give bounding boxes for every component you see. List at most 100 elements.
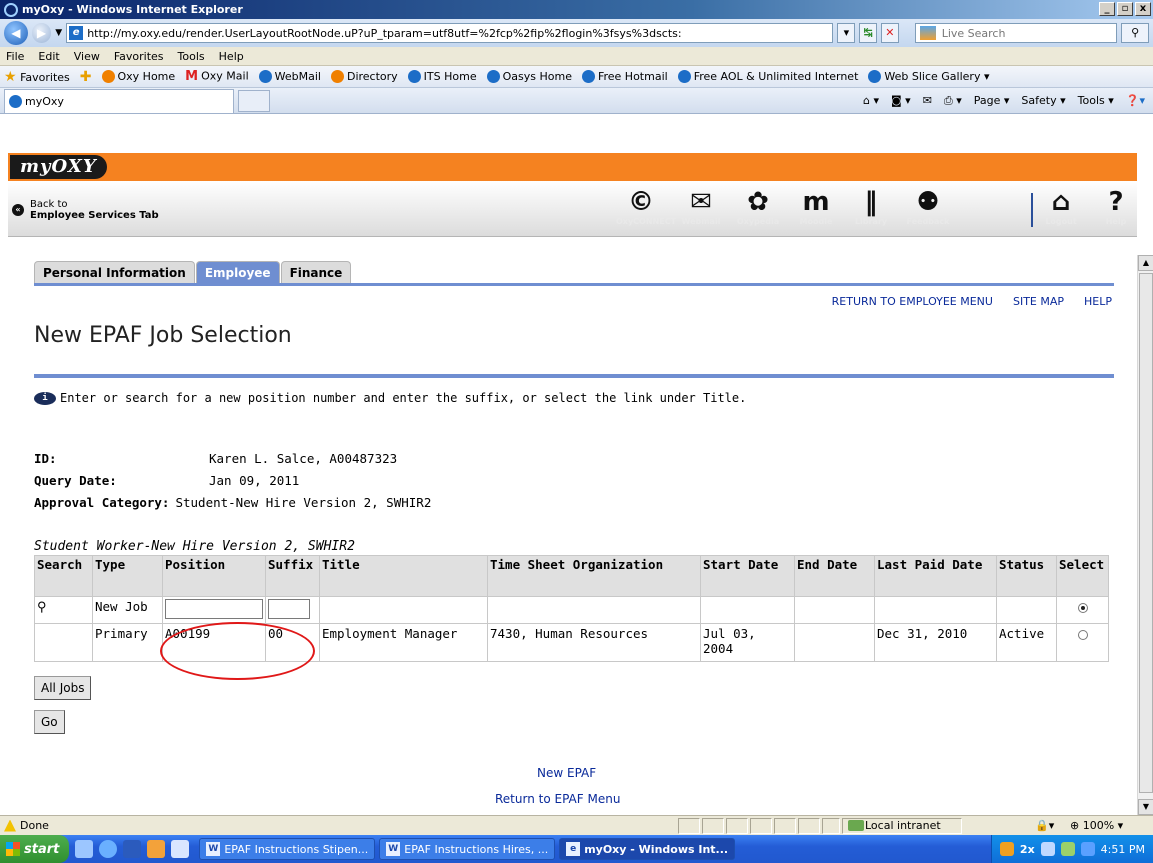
oxyconnect-link[interactable]: © OxyCONNECT [616, 187, 676, 226]
fav-free-aol[interactable]: Free AOL & Unlimited Internet [677, 70, 858, 84]
start-button[interactable]: start [0, 835, 70, 863]
select-cell [1056, 623, 1109, 662]
status-text: Done [20, 819, 49, 832]
tray-volume-icon[interactable] [1040, 842, 1055, 856]
url-dropdown-button[interactable]: ▾ [837, 23, 856, 43]
menu-tools[interactable]: Tools [178, 50, 205, 63]
return-to-employee-menu-link[interactable]: RETURN TO EMPLOYEE MENU [832, 295, 993, 308]
stop-button[interactable]: ✕ [880, 23, 899, 43]
tab-finance[interactable]: Finance [280, 261, 352, 283]
library-link[interactable]: ‖ Library [846, 187, 896, 226]
viewport-top [8, 114, 1137, 153]
task-myoxy-ie[interactable]: e myOxy - Windows Int... [559, 838, 736, 860]
forward-button[interactable]: ▶ [31, 23, 52, 43]
taskbar: start W EPAF Instructions Stipen... W EPAF… [0, 835, 1153, 863]
end-date-cell [794, 623, 875, 662]
menu-edit[interactable]: Edit [38, 50, 59, 63]
help-link-top[interactable]: HELP [1084, 295, 1112, 308]
approval-category-row: Approval Category: Student-New Hire Vers… [34, 495, 431, 510]
fav-oasys-home[interactable]: Oasys Home [486, 70, 572, 84]
quicklaunch-network-icon[interactable] [171, 840, 190, 858]
menu-file[interactable]: File [6, 50, 24, 63]
quicklaunch-outlook-icon[interactable] [147, 840, 166, 858]
url-input[interactable]: e http://my.oxy.edu/render.UserLayoutRoo… [66, 23, 834, 43]
close-button[interactable]: x [1135, 2, 1151, 16]
go-button[interactable]: Go [34, 710, 65, 734]
tab-personal-information[interactable]: Personal Information [34, 261, 195, 283]
task-epaf-instructions-stipend[interactable]: W EPAF Instructions Stipen... [199, 838, 376, 860]
page-scrollbar[interactable]: ▲ ▼ [1137, 255, 1153, 815]
query-date-label: Query Date: [34, 473, 117, 488]
home-icon[interactable]: ⌂ ▾ [863, 94, 879, 107]
menu-favorites[interactable]: Favorites [114, 50, 164, 63]
fav-free-hotmail[interactable]: Free Hotmail [581, 70, 668, 84]
feeds-icon[interactable]: ◙ ▾ [891, 94, 911, 107]
browser-tab-myoxy[interactable]: myOxy [4, 88, 234, 113]
return-to-epaf-menu-link[interactable]: Return to EPAF Menu [495, 792, 620, 806]
quicklaunch-ie-icon[interactable] [99, 840, 118, 858]
safety-menu[interactable]: Safety ▾ [1021, 94, 1065, 107]
help-link[interactable]: ? Help [1091, 187, 1141, 226]
scroll-thumb[interactable] [1139, 273, 1153, 793]
webmail-link[interactable]: ✉ Webmail [676, 187, 726, 226]
logout-link[interactable]: ⌂ Logout [1036, 187, 1086, 226]
search-icon[interactable]: ⚲ [37, 600, 47, 615]
tray-badge: 2x [1019, 842, 1035, 856]
favorites-button[interactable]: ★ Favorites [4, 69, 70, 85]
task-epaf-instructions-hires[interactable]: W EPAF Instructions Hires, ... [379, 838, 556, 860]
warning-icon [4, 819, 16, 832]
fav-oxy-mail[interactable]: M Oxy Mail [185, 69, 248, 84]
search-placeholder: Live Search [941, 26, 1006, 40]
add-favorite-icon[interactable]: ✚ [80, 69, 92, 85]
zoom-button[interactable]: ⊕ 100% ▾ [1070, 819, 1123, 832]
table-caption: Student Worker-New Hire Version 2, SWHIR… [34, 539, 355, 554]
quicklaunch-desktop-icon[interactable] [75, 840, 94, 858]
fav-oxy-home[interactable]: Oxy Home [101, 70, 175, 84]
ie-logo-icon [4, 2, 18, 17]
menu-help[interactable]: Help [219, 50, 244, 63]
fav-web-slice-gallery[interactable]: Web Slice Gallery ▾ [868, 70, 989, 84]
position-input[interactable] [165, 599, 263, 619]
fav-its-home[interactable]: ITS Home [407, 70, 477, 84]
read-mail-icon[interactable]: ✉ [923, 94, 932, 107]
oxypedia-link[interactable]: ✿ Oxypedia [733, 187, 783, 226]
scroll-down-arrow-icon[interactable]: ▼ [1138, 799, 1153, 815]
refresh-button[interactable]: ↹ [859, 23, 877, 43]
tab-employee[interactable]: Employee [195, 261, 280, 283]
search-input[interactable]: Live Search [914, 23, 1118, 43]
tray-security-icon[interactable] [1060, 842, 1075, 856]
command-bar: ⌂ ▾ ◙ ▾ ✉ ⎙ ▾ Page ▾ Safety ▾ Tools ▾ ❓▾ [863, 94, 1145, 108]
site-map-link[interactable]: SITE MAP [1013, 295, 1064, 308]
feedback-link[interactable]: ⚉ Feedback [903, 187, 953, 226]
new-tab-button[interactable] [238, 89, 270, 112]
select-radio-new-job[interactable] [1077, 602, 1088, 613]
quicklaunch-word-icon[interactable] [123, 840, 142, 858]
help-icon[interactable]: ❓▾ [1126, 94, 1145, 107]
tray-network-icon[interactable] [999, 842, 1014, 856]
back-to-employee-services-link[interactable]: « Back to Employee Services Tab [12, 199, 159, 221]
page-menu[interactable]: Page ▾ [974, 94, 1010, 107]
query-date-row: Query Date: Jan 09, 2011 [34, 473, 299, 488]
suffix-input[interactable] [268, 599, 310, 619]
protected-mode-icon[interactable]: 🔒▾ [1035, 819, 1054, 832]
title-link[interactable]: Employment Manager [319, 623, 488, 662]
header-start-date: Start Date [700, 555, 795, 597]
minimize-button[interactable]: _ [1099, 2, 1115, 16]
tray-update-icon[interactable] [1080, 842, 1095, 856]
select-radio-primary[interactable] [1077, 629, 1088, 640]
header-last-paid-date: Last Paid Date [874, 555, 997, 597]
new-epaf-link[interactable]: New EPAF [537, 766, 596, 780]
scroll-up-arrow-icon[interactable]: ▲ [1138, 255, 1153, 271]
moodle-link[interactable]: m Moodle [791, 187, 841, 226]
all-jobs-button[interactable]: All Jobs [34, 676, 92, 700]
maximize-button[interactable]: ▫ [1117, 2, 1133, 16]
ie-icon [486, 70, 500, 84]
fav-webmail[interactable]: WebMail [258, 70, 321, 84]
fav-directory[interactable]: Directory [330, 70, 398, 84]
search-button[interactable]: ⚲ [1121, 23, 1149, 43]
print-icon[interactable]: ⎙ ▾ [944, 94, 962, 108]
history-dropdown-icon[interactable]: ▼ [55, 28, 62, 38]
back-button[interactable]: ◀ [4, 21, 28, 45]
menu-view[interactable]: View [74, 50, 100, 63]
tools-menu[interactable]: Tools ▾ [1078, 94, 1114, 107]
